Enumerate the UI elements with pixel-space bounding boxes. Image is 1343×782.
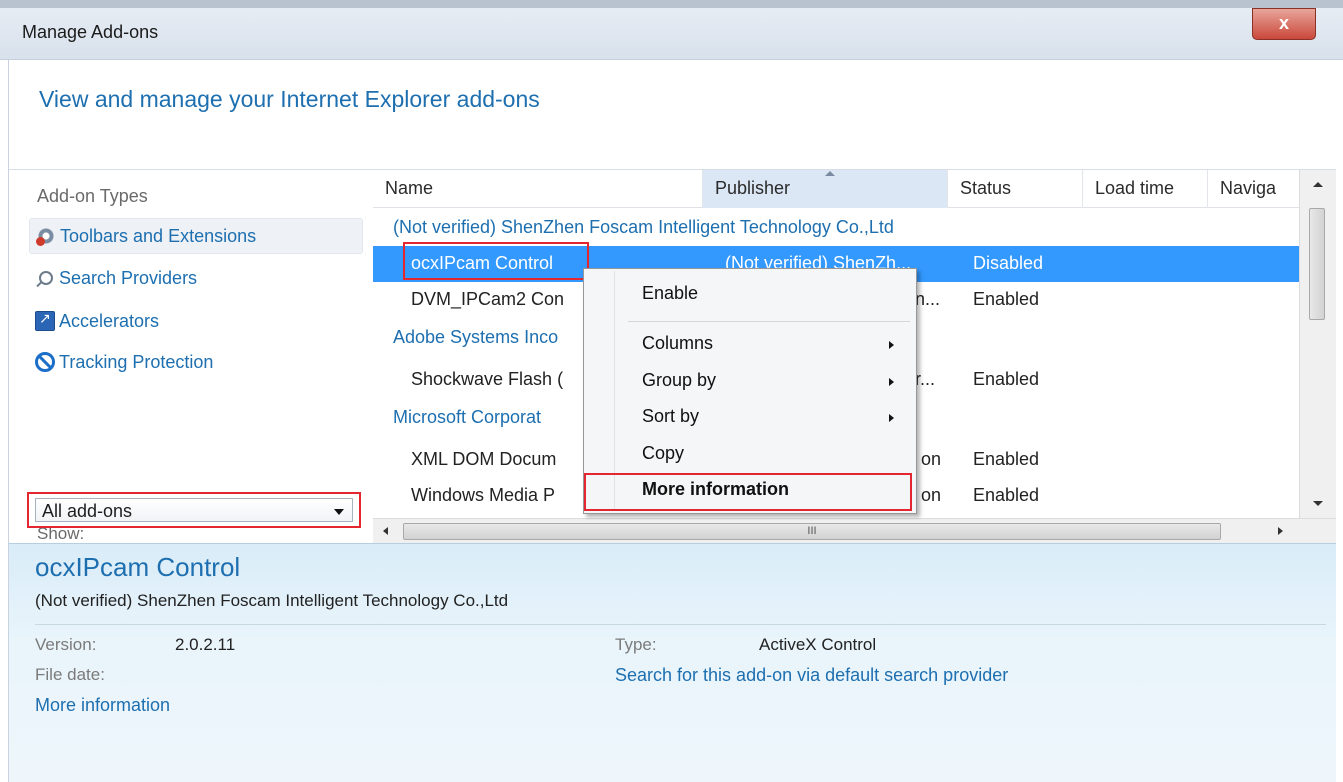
- menu-item-label: Sort by: [642, 406, 700, 426]
- group-label: Adobe Systems Inco: [393, 327, 559, 347]
- sidebar-item-label: Search Providers: [59, 267, 198, 288]
- sidebar-item-accelerators[interactable]: Accelerators: [29, 303, 363, 339]
- column-header-name[interactable]: Name: [373, 170, 703, 208]
- menu-item-enable[interactable]: Enable: [586, 277, 914, 313]
- scroll-grip-icon: III: [807, 525, 817, 537]
- menu-separator: [628, 321, 910, 322]
- menu-item-columns[interactable]: Columns: [586, 327, 914, 363]
- type-label: Type:: [615, 635, 657, 654]
- group-label: Microsoft Corporat: [393, 407, 542, 427]
- menu-item-copy[interactable]: Copy: [586, 437, 914, 473]
- submenu-arrow-icon: [889, 414, 894, 422]
- submenu-arrow-icon: [889, 378, 894, 386]
- page-title: View and manage your Internet Explorer a…: [39, 86, 540, 112]
- chevron-down-icon[interactable]: [334, 509, 344, 515]
- sidebar-item-search-providers[interactable]: Search Providers: [29, 260, 363, 296]
- column-header-label: Publisher: [715, 178, 791, 198]
- column-header-navigation[interactable]: Naviga: [1208, 170, 1299, 208]
- window-title: Manage Add-ons: [22, 22, 159, 42]
- sidebar-item-toolbars-extensions[interactable]: Toolbars and Extensions: [29, 218, 363, 254]
- details-pane: ocxIPcam Control (Not verified) ShenZhen…: [9, 543, 1336, 782]
- row-publisher: on: [921, 485, 942, 505]
- addon-types-pane: Add-on Types Toolbars and Extensions Sea…: [9, 170, 373, 543]
- highlight-box-more-information: [584, 473, 912, 511]
- header: View and manage your Internet Explorer a…: [9, 60, 1336, 170]
- row-status: Enabled: [973, 449, 1040, 469]
- tracking-protection-icon: [35, 352, 55, 372]
- row-status: Enabled: [973, 289, 1040, 309]
- show-dropdown-field[interactable]: All add-ons: [35, 498, 353, 522]
- details-publisher: (Not verified) ShenZhen Foscam Intellige…: [35, 591, 509, 610]
- row-status: Disabled: [973, 253, 1044, 273]
- vertical-scroll-thumb[interactable]: [1309, 208, 1325, 320]
- toolbars-extensions-icon: [36, 226, 56, 246]
- scroll-right-icon[interactable]: [1278, 527, 1283, 535]
- row-publisher: on: [921, 449, 942, 469]
- type-value: ActiveX Control: [759, 635, 877, 654]
- show-dropdown-value: All add-ons: [42, 501, 133, 521]
- more-information-link[interactable]: More information: [35, 695, 170, 716]
- submenu-arrow-icon: [889, 341, 894, 349]
- menu-item-group-by[interactable]: Group by: [586, 364, 914, 400]
- horizontal-scrollbar[interactable]: III: [373, 518, 1336, 543]
- context-menu: Enable Columns Group by Sort by Copy Mor…: [583, 268, 917, 514]
- version-label: Version:: [35, 635, 97, 654]
- menu-item-sort-by[interactable]: Sort by: [586, 400, 914, 436]
- sidebar-item-label: Accelerators: [59, 310, 160, 331]
- sort-ascending-icon: [825, 171, 835, 176]
- group-label: (Not verified) ShenZhen Foscam Intellige…: [393, 217, 894, 237]
- scroll-left-icon[interactable]: [383, 527, 388, 535]
- menu-item-label: Enable: [642, 283, 699, 303]
- sidebar-item-tracking-protection[interactable]: Tracking Protection: [29, 344, 363, 380]
- dialog-content: View and manage your Internet Explorer a…: [8, 60, 1336, 782]
- file-date-label: File date:: [35, 665, 105, 684]
- show-dropdown[interactable]: All add-ons: [27, 492, 361, 528]
- title-bar: Manage Add-ons x: [0, 0, 1343, 60]
- scroll-up-icon[interactable]: [1313, 182, 1323, 187]
- menu-item-label: Copy: [642, 443, 685, 463]
- horizontal-scroll-thumb[interactable]: III: [403, 523, 1221, 540]
- menu-item-label: Group by: [642, 370, 717, 390]
- column-header-publisher[interactable]: Publisher: [703, 170, 948, 208]
- details-addon-name: ocxIPcam Control: [35, 552, 241, 582]
- column-header-load-time[interactable]: Load time: [1083, 170, 1208, 208]
- vertical-scrollbar[interactable]: [1299, 170, 1336, 518]
- group-header[interactable]: (Not verified) ShenZhen Foscam Intellige…: [373, 210, 1299, 246]
- row-status: Enabled: [973, 369, 1040, 389]
- sidebar-item-label: Tracking Protection: [59, 351, 214, 372]
- column-header-label: Load time: [1095, 178, 1175, 198]
- accelerator-icon: [35, 310, 55, 331]
- row-status: Enabled: [973, 485, 1040, 505]
- column-header-status[interactable]: Status: [948, 170, 1083, 208]
- column-header-row: Name Publisher Status Load time Naviga: [373, 170, 1299, 208]
- search-addon-link[interactable]: Search for this add-on via default searc…: [615, 665, 1008, 686]
- menu-item-label: Columns: [642, 333, 714, 353]
- close-button[interactable]: x: [1252, 8, 1316, 40]
- addon-types-heading: Add-on Types: [37, 186, 148, 206]
- column-header-label: Name: [385, 178, 434, 198]
- version-value: 2.0.2.11: [175, 635, 236, 654]
- highlight-box-name: [403, 242, 589, 280]
- column-header-label: Status: [960, 178, 1012, 198]
- scroll-down-icon[interactable]: [1313, 501, 1323, 506]
- close-icon: x: [1278, 13, 1289, 33]
- column-header-label: Naviga: [1220, 178, 1277, 198]
- sidebar-item-label: Toolbars and Extensions: [60, 225, 257, 246]
- row-publisher: n...: [915, 289, 941, 309]
- details-divider: [35, 624, 1326, 625]
- search-icon: [39, 271, 53, 285]
- row-publisher: r...: [915, 369, 936, 389]
